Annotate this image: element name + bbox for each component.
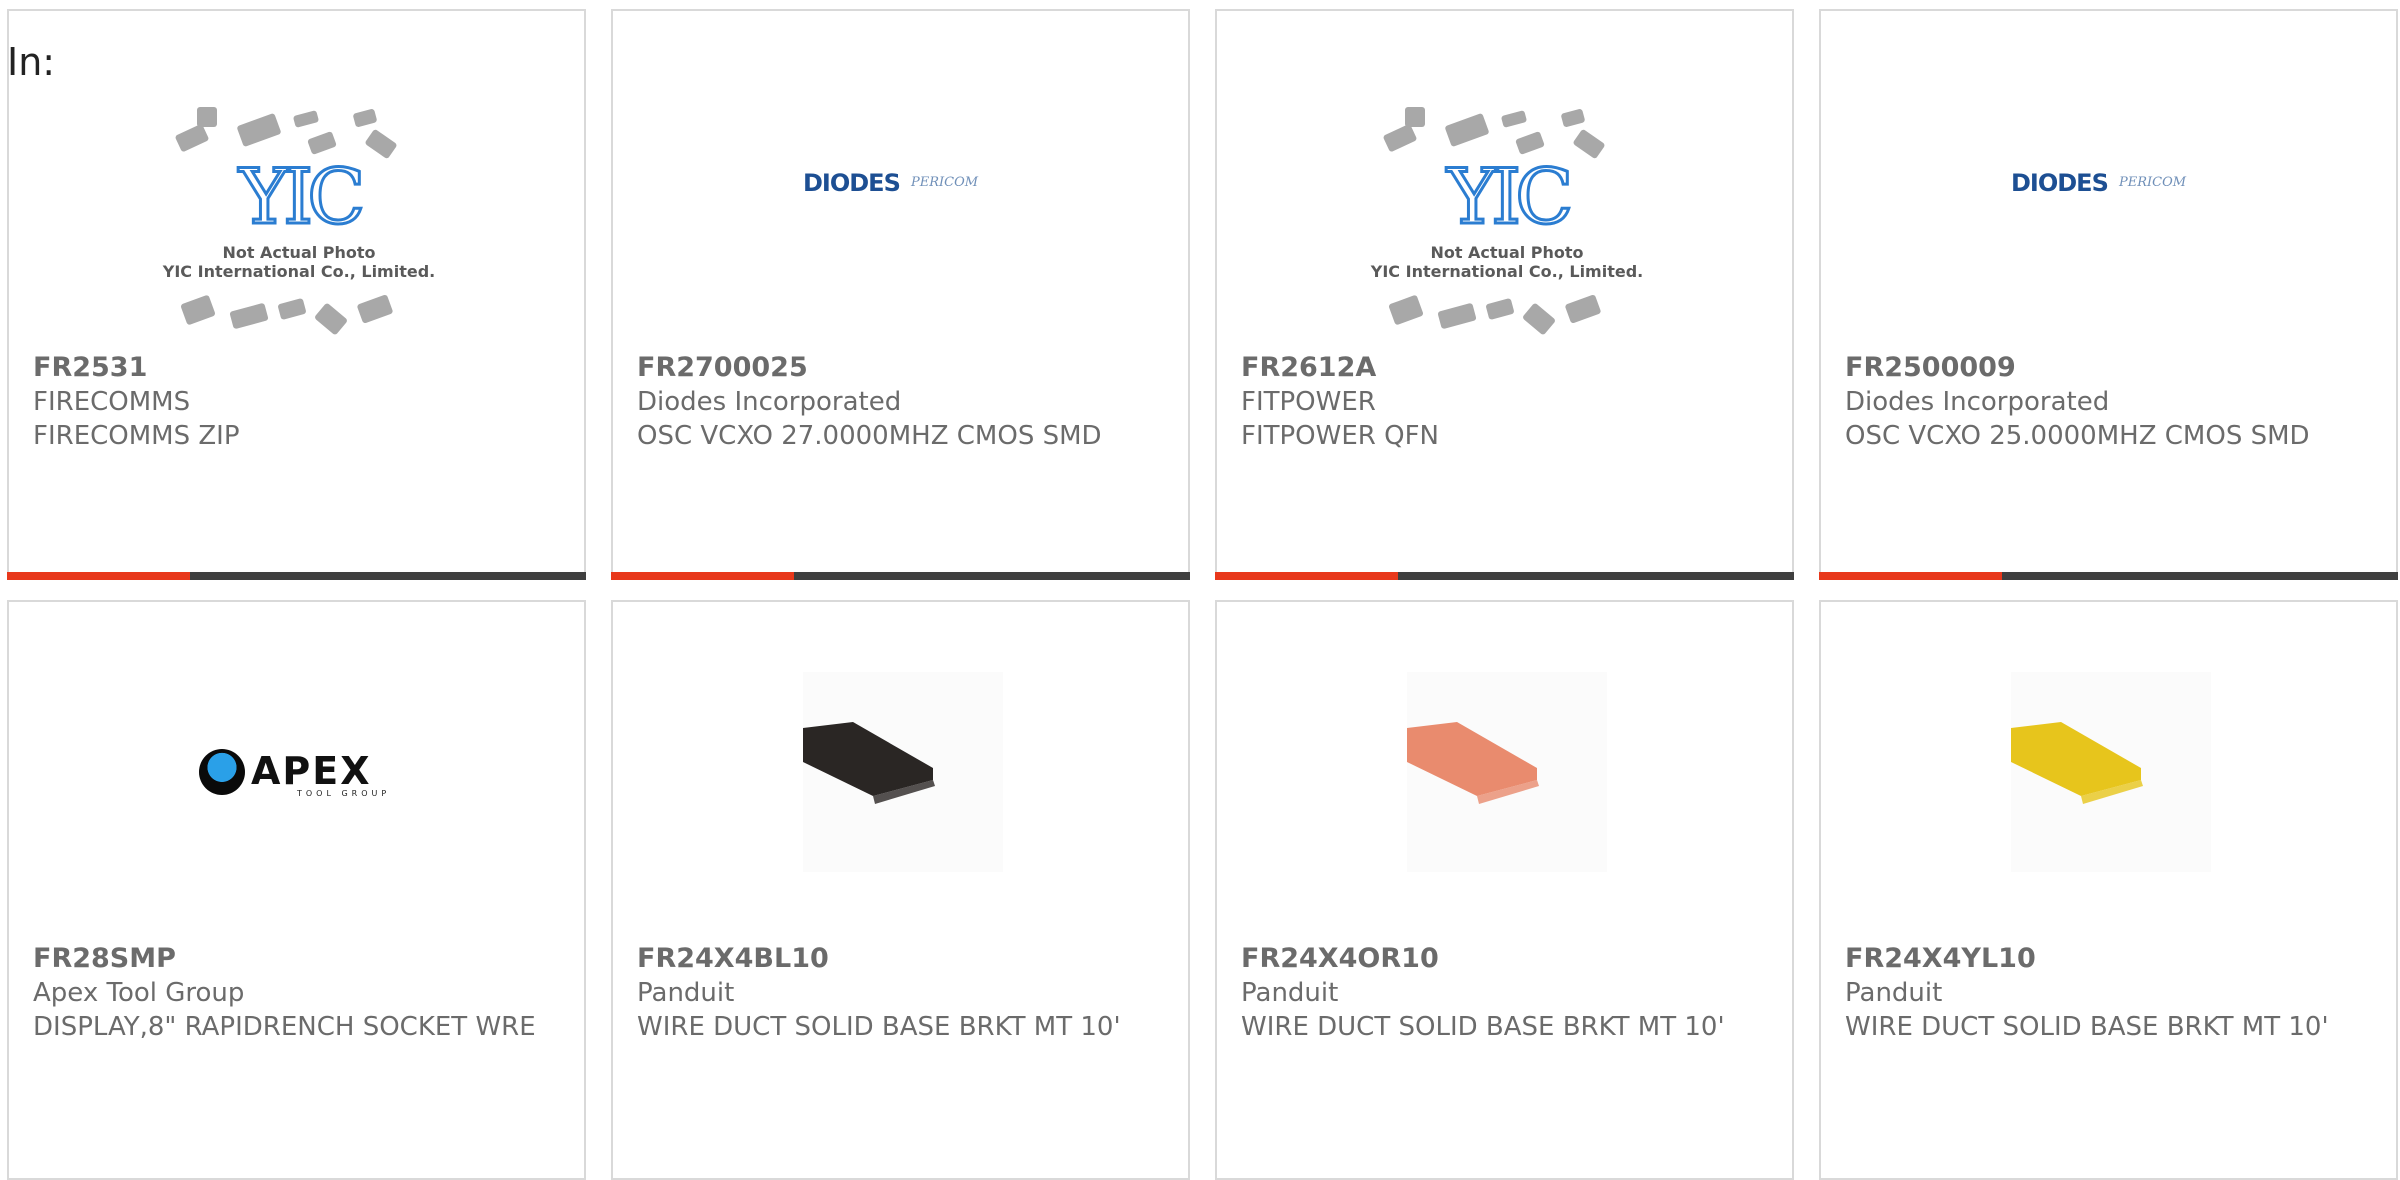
product-grid: In: YIC Not Actual Photo YIC Internation… — [0, 0, 2400, 1180]
card-bottom-bar — [611, 572, 1190, 580]
yic-logo: YIC — [238, 152, 367, 241]
apex-logo-main: APEX — [251, 749, 372, 793]
part-number[interactable]: FR2612A — [1241, 351, 1772, 385]
product-image[interactable]: YIC Not Actual Photo YIC International C… — [9, 11, 584, 351]
manufacturer: FIRECOMMS — [33, 387, 191, 417]
part-number[interactable]: FR2700025 — [637, 351, 1168, 385]
description: WIRE DUCT SOLID BASE BRKT MT 10' — [1241, 1012, 1725, 1042]
image-caption-line1: Not Actual Photo — [222, 243, 376, 262]
product-image[interactable]: YIC Not Actual Photo YIC International C… — [1217, 11, 1792, 351]
product-info: FR2700025 Diodes Incorporated OSC VCXO 2… — [637, 351, 1168, 453]
product-image[interactable] — [613, 602, 1188, 942]
product-info: FR2531 FIRECOMMS FIRECOMMS ZIP — [33, 351, 564, 453]
product-image[interactable] — [1821, 602, 2396, 942]
diodes-logo: DIODES PERICOM — [2011, 169, 2211, 199]
product-image[interactable]: DIODES PERICOM — [1821, 11, 2396, 351]
manufacturer: Diodes Incorporated — [637, 387, 902, 417]
diodes-logo-sub: PERICOM — [911, 175, 979, 190]
product-card[interactable]: DIODES PERICOM FR2500009 Diodes Incorpor… — [1819, 9, 2398, 580]
product-image[interactable]: DIODES PERICOM — [613, 11, 1188, 351]
apex-logo-sub: TOOL GROUP — [297, 789, 391, 798]
description: FIRECOMMS ZIP — [33, 421, 240, 451]
product-card[interactable]: APEX TOOL GROUP FR28SMP Apex Tool Group … — [7, 600, 586, 1180]
card-bottom-bar — [7, 572, 586, 580]
wire-duct-icon — [1407, 722, 1539, 804]
product-info: FR28SMP Apex Tool Group DISPLAY,8" RAPID… — [33, 942, 564, 1044]
product-info: FR24X4YL10 Panduit WIRE DUCT SOLID BASE … — [1845, 942, 2376, 1044]
apex-mark-icon — [199, 749, 245, 795]
manufacturer: Panduit — [1845, 978, 1943, 1008]
product-card[interactable]: DIODES PERICOM FR2700025 Diodes Incorpor… — [611, 9, 1190, 580]
product-info: FR24X4OR10 Panduit WIRE DUCT SOLID BASE … — [1241, 942, 1772, 1044]
product-image[interactable]: APEX TOOL GROUP — [9, 602, 584, 942]
part-number[interactable]: FR24X4BL10 — [637, 942, 1168, 976]
card-accent-bar — [7, 572, 190, 580]
card-bottom-bar — [1215, 572, 1794, 580]
wire-duct-icon — [803, 722, 935, 804]
wire-duct-image — [2011, 672, 2211, 872]
apex-logo: APEX TOOL GROUP — [199, 747, 429, 798]
card-accent-bar — [1215, 572, 1398, 580]
wire-duct-image — [803, 672, 1003, 872]
description: WIRE DUCT SOLID BASE BRKT MT 10' — [637, 1012, 1121, 1042]
diodes-logo-main: DIODES — [2011, 169, 2109, 197]
product-card[interactable]: YIC Not Actual Photo YIC International C… — [1215, 9, 1794, 580]
manufacturer: Apex Tool Group — [33, 978, 245, 1008]
manufacturer: Diodes Incorporated — [1845, 387, 2110, 417]
description: DISPLAY,8" RAPIDRENCH SOCKET WRE — [33, 1012, 536, 1042]
card-accent-bar — [611, 572, 794, 580]
card-accent-bar — [1819, 572, 2002, 580]
description: WIRE DUCT SOLID BASE BRKT MT 10' — [1845, 1012, 2329, 1042]
product-card[interactable]: YIC Not Actual Photo YIC International C… — [7, 9, 586, 580]
part-number[interactable]: FR24X4YL10 — [1845, 942, 2376, 976]
part-number[interactable]: FR28SMP — [33, 942, 564, 976]
in-label: In: — [7, 40, 56, 84]
product-card[interactable]: FR24X4BL10 Panduit WIRE DUCT SOLID BASE … — [611, 600, 1190, 1180]
wire-duct-image — [1407, 672, 1607, 872]
yic-placeholder-image: YIC Not Actual Photo YIC International C… — [1367, 101, 1647, 351]
description: OSC VCXO 27.0000MHZ CMOS SMD — [637, 421, 1102, 451]
description: FITPOWER QFN — [1241, 421, 1439, 451]
part-number[interactable]: FR2500009 — [1845, 351, 2376, 385]
product-info: FR2612A FITPOWER FITPOWER QFN — [1241, 351, 1772, 453]
part-number[interactable]: FR2531 — [33, 351, 564, 385]
product-card[interactable]: FR24X4OR10 Panduit WIRE DUCT SOLID BASE … — [1215, 600, 1794, 1180]
image-caption-line2: YIC International Co., Limited. — [162, 262, 436, 281]
diodes-logo-sub: PERICOM — [2119, 175, 2187, 190]
yic-placeholder-image: YIC Not Actual Photo YIC International C… — [159, 101, 439, 351]
description: OSC VCXO 25.0000MHZ CMOS SMD — [1845, 421, 2310, 451]
diodes-logo: DIODES PERICOM — [803, 169, 1003, 199]
manufacturer: FITPOWER — [1241, 387, 1376, 417]
product-image[interactable] — [1217, 602, 1792, 942]
product-card[interactable]: FR24X4YL10 Panduit WIRE DUCT SOLID BASE … — [1819, 600, 2398, 1180]
manufacturer: Panduit — [1241, 978, 1339, 1008]
card-bottom-bar — [1819, 572, 2398, 580]
image-caption-line1: Not Actual Photo — [1430, 243, 1584, 262]
image-caption-line2: YIC International Co., Limited. — [1370, 262, 1644, 281]
part-number[interactable]: FR24X4OR10 — [1241, 942, 1772, 976]
yic-logo: YIC — [1446, 152, 1575, 241]
diodes-logo-main: DIODES — [803, 169, 901, 197]
product-info: FR24X4BL10 Panduit WIRE DUCT SOLID BASE … — [637, 942, 1168, 1044]
manufacturer: Panduit — [637, 978, 735, 1008]
product-info: FR2500009 Diodes Incorporated OSC VCXO 2… — [1845, 351, 2376, 453]
wire-duct-icon — [2011, 722, 2143, 804]
